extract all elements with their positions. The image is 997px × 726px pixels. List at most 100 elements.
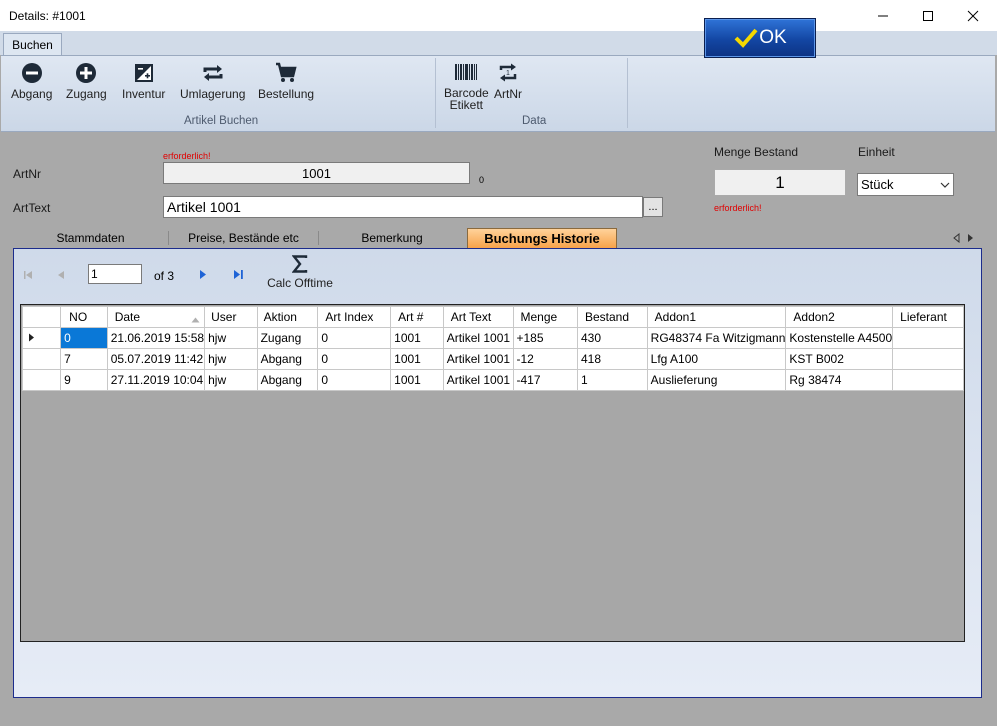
column-header-date[interactable]: Date <box>106 306 206 328</box>
column-header-addon1[interactable]: Addon1 <box>646 306 787 328</box>
artnr-suffix: 0 <box>479 175 485 185</box>
cell-lieferant[interactable] <box>892 369 964 391</box>
cell-art-index[interactable]: 0 <box>317 327 392 349</box>
maximize-button[interactable] <box>905 0 951 31</box>
cell-art-number[interactable]: 1001 <box>390 369 444 391</box>
tab-scroll-right-icon[interactable] <box>966 233 974 243</box>
cell-art-text[interactable]: Artikel 1001 <box>442 348 514 370</box>
tab-stammdaten[interactable]: Stammdaten <box>13 228 168 248</box>
column-header-bestand[interactable]: Bestand <box>577 306 648 328</box>
cell-user[interactable]: hjw <box>204 369 258 391</box>
cell-user[interactable]: hjw <box>204 327 258 349</box>
cell-no[interactable]: 7 <box>60 348 108 370</box>
column-header-no[interactable]: NO <box>60 306 108 328</box>
cell-addon2[interactable]: KST B002 <box>785 348 894 370</box>
page-number-input[interactable]: 1 <box>88 264 142 284</box>
first-page-icon[interactable] <box>23 270 33 280</box>
cell-menge[interactable]: -12 <box>512 348 578 370</box>
inventur-button[interactable]: Inventur <box>122 62 165 101</box>
title-bar: Details: #1001 <box>0 0 997 32</box>
column-header-date-label: Date <box>114 310 141 324</box>
ribbon-tab-buchen[interactable]: Buchen <box>3 33 62 56</box>
table-row[interactable]: 0 21.06.2019 15:58 hjw Zugang 0 1001 Art… <box>21 327 964 349</box>
umlagerung-label: Umlagerung <box>180 87 246 101</box>
cell-addon1[interactable]: Auslieferung <box>646 369 787 391</box>
cell-menge[interactable]: +185 <box>512 327 578 349</box>
cell-art-text[interactable]: Artikel 1001 <box>442 327 514 349</box>
ok-button[interactable]: OK <box>704 18 816 58</box>
cell-date[interactable]: 05.07.2019 11:42 <box>106 348 206 370</box>
row-header-corner <box>21 306 62 328</box>
next-page-icon[interactable] <box>199 269 207 280</box>
cell-bestand[interactable]: 418 <box>577 348 648 370</box>
cell-art-number[interactable]: 1001 <box>390 327 444 349</box>
plus-circle-icon <box>76 63 97 83</box>
bestellung-button[interactable]: Bestellung <box>258 62 314 101</box>
tab-preise[interactable]: Preise, Bestände etc <box>169 228 318 248</box>
column-header-art-number[interactable]: Art # <box>390 306 444 328</box>
column-header-addon2[interactable]: Addon2 <box>785 306 894 328</box>
einheit-select[interactable]: Stück <box>857 173 954 196</box>
row-header[interactable] <box>21 369 62 391</box>
cell-aktion[interactable]: Zugang <box>256 327 319 349</box>
browse-button[interactable]: ... <box>643 197 663 217</box>
cell-art-index[interactable]: 0 <box>317 369 392 391</box>
minimize-button[interactable] <box>860 0 906 31</box>
abgang-label: Abgang <box>11 87 53 101</box>
history-grid: NO Date User Aktion Art Index Art # Art … <box>20 304 965 642</box>
cell-user[interactable]: hjw <box>204 348 258 370</box>
cell-aktion[interactable]: Abgang <box>256 369 319 391</box>
swap-number-icon: 1 <box>499 63 517 82</box>
barcode-etikett-button[interactable]: Barcode Etikett <box>444 62 489 111</box>
cell-art-text[interactable]: Artikel 1001 <box>442 369 514 391</box>
row-header[interactable] <box>21 327 62 349</box>
table-row[interactable]: 7 05.07.2019 11:42 hjw Abgang 0 1001 Art… <box>21 348 964 370</box>
calc-offtime-label: Calc Offtime <box>267 276 333 290</box>
menge-bestand-field[interactable]: 1 <box>714 169 846 196</box>
arttext-field[interactable]: Artikel 1001 <box>163 196 643 218</box>
calc-offtime-button[interactable]: Calc Offtime <box>264 255 336 290</box>
artnr-field[interactable]: 1001 <box>163 162 470 184</box>
column-header-lieferant[interactable]: Lieferant <box>892 306 964 328</box>
cell-date[interactable]: 27.11.2019 10:04 <box>106 369 206 391</box>
previous-page-icon[interactable] <box>57 270 65 280</box>
zugang-button[interactable]: Zugang <box>66 62 107 101</box>
cell-menge[interactable]: -417 <box>512 369 578 391</box>
cell-art-index[interactable]: 0 <box>317 348 392 370</box>
cell-no[interactable]: 0 <box>60 327 108 349</box>
tab-bemerkung[interactable]: Bemerkung <box>319 228 465 248</box>
cell-no[interactable]: 9 <box>60 369 108 391</box>
cell-lieferant[interactable] <box>892 327 964 349</box>
table-row[interactable]: 9 27.11.2019 10:04 hjw Abgang 0 1001 Art… <box>21 369 964 391</box>
ok-label: OK <box>759 27 787 48</box>
umlagerung-button[interactable]: Umlagerung <box>180 62 245 101</box>
column-header-art-index[interactable]: Art Index <box>317 306 392 328</box>
cell-date[interactable]: 21.06.2019 15:58 <box>106 327 206 349</box>
artnr-button[interactable]: 1 ArtNr <box>494 62 522 101</box>
cell-addon2[interactable]: Rg 38474 <box>785 369 894 391</box>
tab-buchungs-historie[interactable]: Buchungs Historie <box>467 228 617 248</box>
svg-text:1: 1 <box>506 70 510 77</box>
cell-aktion[interactable]: Abgang <box>256 348 319 370</box>
column-header-art-text[interactable]: Art Text <box>442 306 514 328</box>
column-header-user[interactable]: User <box>204 306 258 328</box>
cell-bestand[interactable]: 430 <box>577 327 648 349</box>
close-button[interactable] <box>950 0 996 31</box>
cell-art-number[interactable]: 1001 <box>390 348 444 370</box>
cart-icon <box>276 62 297 82</box>
row-header[interactable] <box>21 348 62 370</box>
abgang-button[interactable]: Abgang <box>11 62 52 101</box>
tab-scroll-left-icon[interactable] <box>953 233 961 243</box>
column-header-menge[interactable]: Menge <box>512 306 578 328</box>
cell-lieferant[interactable] <box>892 348 964 370</box>
cell-addon2[interactable]: Kostenstelle A4500 <box>785 327 894 349</box>
cell-addon1[interactable]: RG48374 Fa Witzigmann <box>646 327 787 349</box>
group-separator <box>435 58 436 128</box>
sort-ascending-icon <box>191 317 200 323</box>
cell-bestand[interactable]: 1 <box>577 369 648 391</box>
detail-tabs: Stammdaten Preise, Bestände etc Bemerkun… <box>13 228 982 248</box>
last-page-icon[interactable] <box>233 269 244 280</box>
cell-addon1[interactable]: Lfg A100 <box>646 348 787 370</box>
column-header-aktion[interactable]: Aktion <box>256 306 319 328</box>
group-label-artikel-buchen: Artikel Buchen <box>184 115 259 127</box>
